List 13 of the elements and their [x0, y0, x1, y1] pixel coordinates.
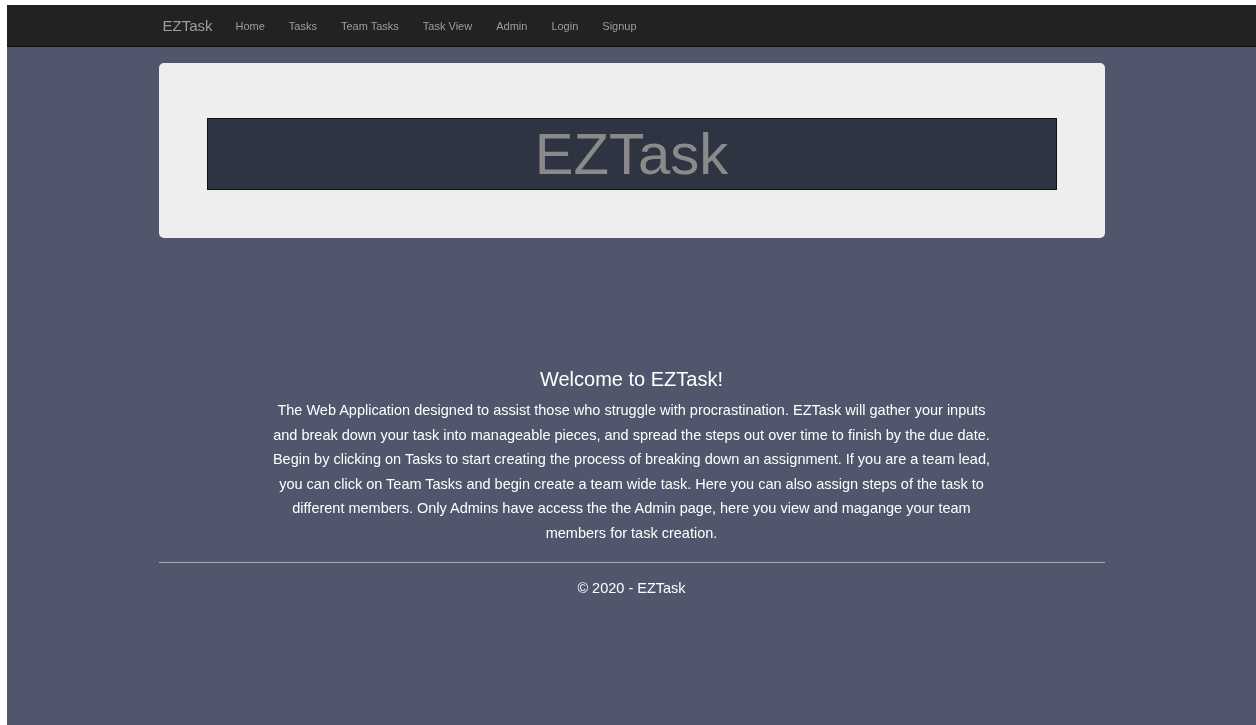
copyright-text: © 2020 - EZTask	[576, 579, 687, 596]
banner-title: EZTask	[206, 118, 1057, 190]
nav-link[interactable]: Admin	[496, 19, 528, 32]
nav-link[interactable]: Home	[235, 19, 265, 32]
nav-link[interactable]: Login	[551, 19, 579, 32]
welcome-heading: Welcome to EZTask!	[539, 367, 724, 392]
intro-paragraph: Begin by clicking on Tasks to start creating the process of breaking down an assignment. If you are a team lead, you can click on Team Tasks and begin create a team wide task. Here you can also assign steps of the task to different members. Only Admins have access the the Admin page, here you view and magange your team members for task creation.	[271, 450, 992, 543]
nav-link[interactable]: Team Tasks	[341, 19, 399, 32]
brand-link[interactable]: EZTask	[162, 17, 213, 34]
nav-link[interactable]: Task View	[422, 19, 473, 32]
intro-paragraph: The Web Application designed to assist those who struggle with procrastination. EZTask will gather your inputs and break down your task into manageable pieces, and spread the steps out over time to finish by the due date.	[272, 401, 991, 445]
nav-link[interactable]: Tasks	[288, 19, 317, 32]
nav-link[interactable]: Signup	[602, 19, 637, 32]
